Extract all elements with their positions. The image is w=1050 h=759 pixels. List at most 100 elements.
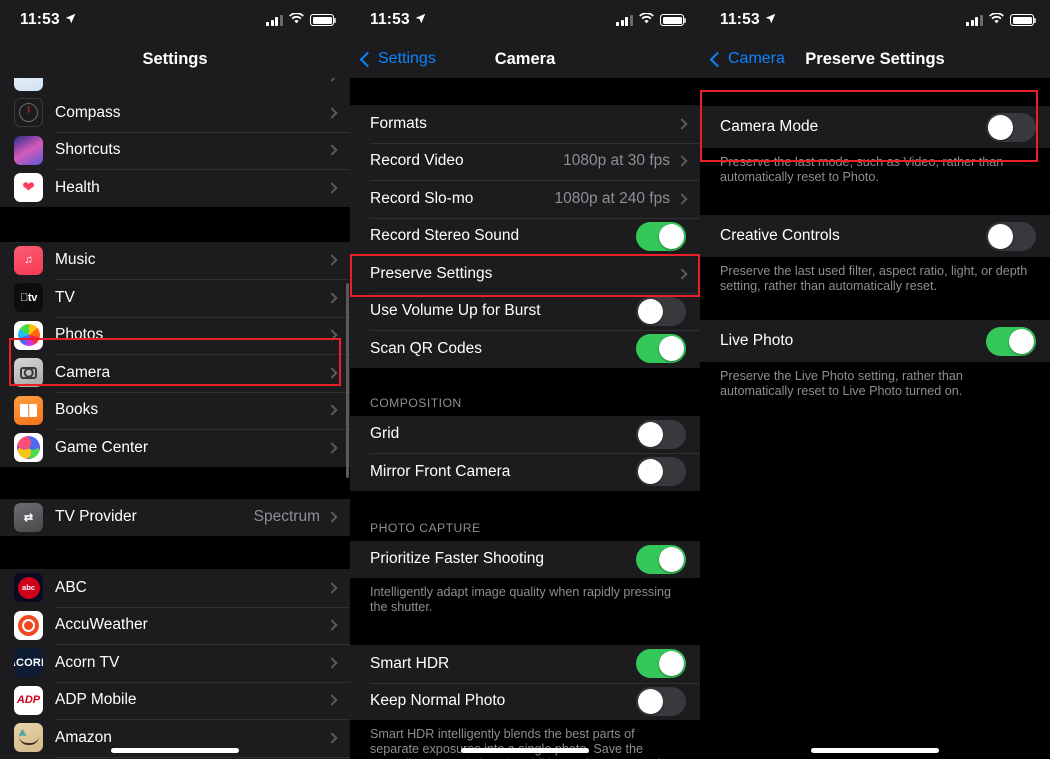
toggle-keep-normal-photo[interactable] bbox=[636, 686, 686, 716]
list-group-third-party-apps: abc ABC AccuWeather ACORN Acorn TV ADP A… bbox=[0, 569, 350, 759]
chevron-right-icon bbox=[676, 155, 688, 167]
row-camera-mode[interactable]: Camera Mode bbox=[700, 106, 1050, 148]
chevron-right-icon bbox=[326, 254, 338, 266]
sidebar-item-accuweather[interactable]: AccuWeather bbox=[0, 606, 350, 644]
list-item-label: Acorn TV bbox=[55, 653, 120, 671]
section-gap bbox=[0, 206, 350, 242]
chevron-right-icon bbox=[326, 404, 338, 416]
toggle-live-photo[interactable] bbox=[986, 326, 1036, 356]
list-group-creative-controls: Creative Controls bbox=[700, 215, 1050, 257]
toggle-creative-controls[interactable] bbox=[986, 221, 1036, 251]
list-item-value: Spectrum bbox=[253, 508, 320, 526]
list-group-live-photo: Live Photo bbox=[700, 320, 1050, 362]
sidebar-item-music[interactable]: ♫ Music bbox=[0, 241, 350, 279]
sidebar-item-health[interactable]: ❤ Health bbox=[0, 169, 350, 207]
chevron-right-icon bbox=[326, 182, 338, 194]
back-button-label: Settings bbox=[378, 50, 436, 67]
accuweather-app-icon bbox=[14, 610, 43, 640]
scrollbar-thumb[interactable] bbox=[346, 283, 349, 478]
sidebar-item-books[interactable]: Books bbox=[0, 391, 350, 429]
sidebar-item-adp-mobile[interactable]: ADP ADP Mobile bbox=[0, 681, 350, 719]
section-footer-creative-controls: Preserve the last used filter, aspect ra… bbox=[700, 257, 1050, 306]
wifi-icon bbox=[639, 11, 654, 29]
chevron-right-icon bbox=[676, 193, 688, 205]
toggle-camera-mode[interactable] bbox=[986, 112, 1036, 142]
list-item-label: Mirror Front Camera bbox=[370, 462, 511, 480]
page-title: Preserve Settings bbox=[805, 49, 945, 68]
list-group-apps-2: ♫ Music tv TV Photos Camera bbox=[0, 241, 350, 467]
toggle-use-volume-up-for-burst[interactable] bbox=[636, 296, 686, 326]
chevron-right-icon bbox=[326, 694, 338, 706]
section-gap bbox=[350, 627, 700, 645]
row-record-slo-mo[interactable]: Record Slo-mo 1080p at 240 fps bbox=[350, 180, 700, 218]
chevron-right-icon bbox=[326, 442, 338, 454]
sidebar-item-game-center[interactable]: Game Center bbox=[0, 429, 350, 467]
cellular-bars-icon bbox=[616, 14, 633, 26]
row-formats[interactable]: Formats bbox=[350, 105, 700, 143]
toggle-scan-qr-codes[interactable] bbox=[636, 334, 686, 364]
row-scan-qr-codes[interactable]: Scan QR Codes bbox=[350, 330, 700, 368]
list-item-label: Compass bbox=[55, 103, 121, 121]
toggle-grid[interactable] bbox=[636, 419, 686, 449]
chevron-right-icon bbox=[326, 582, 338, 594]
chevron-right-icon bbox=[326, 367, 338, 379]
row-smart-hdr[interactable]: Smart HDR bbox=[350, 645, 700, 683]
list-item-label: Scan QR Codes bbox=[370, 339, 482, 357]
row-prioritize-faster-shooting[interactable]: Prioritize Faster Shooting bbox=[350, 540, 700, 578]
chevron-right-icon bbox=[326, 619, 338, 631]
section-footer-camera-mode: Preserve the last mode, such as Video, r… bbox=[700, 148, 1050, 197]
sidebar-item-tv[interactable]: tv TV bbox=[0, 279, 350, 317]
list-item-partial[interactable] bbox=[0, 78, 350, 94]
toggle-record-stereo-sound[interactable] bbox=[636, 221, 686, 251]
location-arrow-icon bbox=[765, 11, 776, 29]
back-button-settings[interactable]: Settings bbox=[359, 40, 436, 78]
status-bar-time: 11:53 bbox=[20, 11, 60, 28]
sidebar-item-compass[interactable]: Compass bbox=[0, 94, 350, 132]
adp-mobile-app-icon: ADP bbox=[14, 685, 43, 715]
row-record-stereo-sound[interactable]: Record Stereo Sound bbox=[350, 217, 700, 255]
row-record-video[interactable]: Record Video 1080p at 30 fps bbox=[350, 142, 700, 180]
preserve-settings-list[interactable]: Camera Mode Preserve the last mode, such… bbox=[700, 78, 1050, 759]
cellular-bars-icon bbox=[266, 14, 283, 26]
camera-settings-list[interactable]: Formats Record Video 1080p at 30 fps Rec… bbox=[350, 78, 700, 759]
row-preserve-settings[interactable]: Preserve Settings bbox=[350, 255, 700, 293]
abc-app-icon: abc bbox=[14, 573, 43, 603]
row-keep-normal-photo[interactable]: Keep Normal Photo bbox=[350, 682, 700, 720]
sidebar-item-tv-provider[interactable]: ⇄ TV Provider Spectrum bbox=[0, 498, 350, 536]
toggle-mirror-front-camera[interactable] bbox=[636, 457, 686, 487]
section-gap bbox=[700, 306, 1050, 320]
maps-app-icon bbox=[14, 78, 43, 91]
list-item-label: AccuWeather bbox=[55, 616, 148, 634]
chevron-right-icon bbox=[326, 292, 338, 304]
list-item-label: Live Photo bbox=[720, 332, 794, 349]
status-bar-time: 11:53 bbox=[370, 11, 410, 28]
home-indicator bbox=[111, 748, 239, 753]
chevron-right-icon bbox=[326, 329, 338, 341]
row-use-volume-up-for-burst[interactable]: Use Volume Up for Burst bbox=[350, 292, 700, 330]
list-group-composition: Grid Mirror Front Camera bbox=[350, 415, 700, 491]
status-bar: 11:53 bbox=[0, 0, 350, 40]
row-grid[interactable]: Grid bbox=[350, 415, 700, 453]
list-item-label: Photos bbox=[55, 326, 104, 344]
list-item-label: Prioritize Faster Shooting bbox=[370, 550, 545, 568]
chevron-right-icon bbox=[326, 144, 338, 156]
sidebar-item-acorn-tv[interactable]: ACORN Acorn TV bbox=[0, 644, 350, 682]
settings-list[interactable]: Compass Shortcuts ❤ Health ♫ Music tv TV… bbox=[0, 78, 350, 759]
sidebar-item-abc[interactable]: abc ABC bbox=[0, 569, 350, 607]
nav-bar: Settings bbox=[0, 40, 350, 78]
toggle-prioritize-faster-shooting[interactable] bbox=[636, 544, 686, 574]
sidebar-item-shortcuts[interactable]: Shortcuts bbox=[0, 131, 350, 169]
home-indicator bbox=[811, 748, 939, 753]
toggle-smart-hdr[interactable] bbox=[636, 649, 686, 679]
list-item-label: Smart HDR bbox=[370, 654, 450, 672]
list-group-camera-main: Formats Record Video 1080p at 30 fps Rec… bbox=[350, 105, 700, 368]
row-live-photo[interactable]: Live Photo bbox=[700, 320, 1050, 362]
cellular-bars-icon bbox=[966, 14, 983, 26]
status-bar-indicators bbox=[966, 0, 1037, 40]
row-mirror-front-camera[interactable]: Mirror Front Camera bbox=[350, 453, 700, 491]
sidebar-item-photos[interactable]: Photos bbox=[0, 316, 350, 354]
sidebar-item-camera[interactable]: Camera bbox=[0, 354, 350, 392]
back-button-camera[interactable]: Camera bbox=[709, 40, 785, 78]
chevron-left-icon bbox=[709, 51, 726, 67]
row-creative-controls[interactable]: Creative Controls bbox=[700, 215, 1050, 257]
